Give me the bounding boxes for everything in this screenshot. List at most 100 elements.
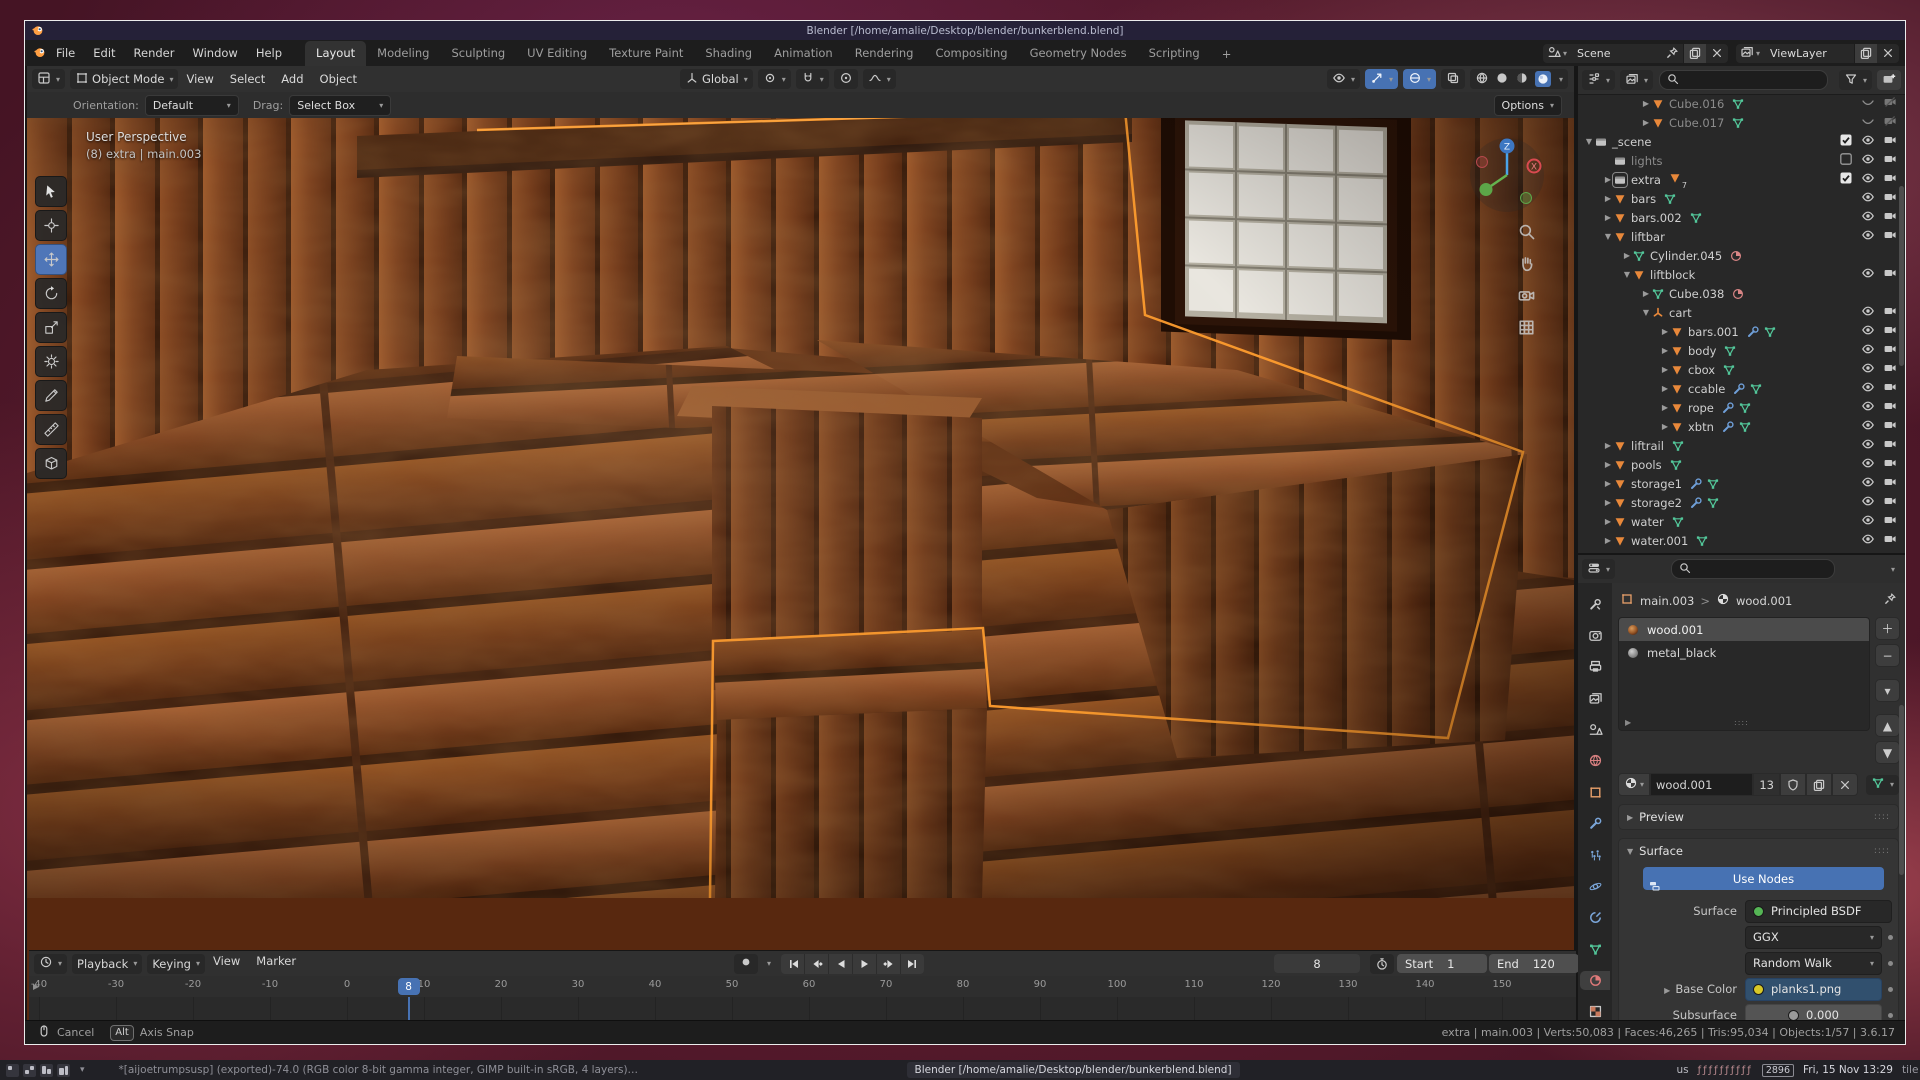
properties-tab-object[interactable]: [1580, 783, 1610, 801]
camera-toggle[interactable]: [1883, 266, 1897, 283]
unlink-material-button[interactable]: [1832, 773, 1858, 796]
caret-open-icon[interactable]: ▼: [1641, 308, 1651, 317]
uncheck-toggle[interactable]: [1839, 152, 1853, 169]
caret-closed-icon[interactable]: ▶: [1603, 517, 1613, 526]
frame-start-field[interactable]: Start1: [1397, 954, 1487, 973]
eye-toggle[interactable]: [1861, 152, 1875, 169]
eye-toggle[interactable]: [1861, 532, 1875, 549]
outliner-row-cylinder.045[interactable]: ▶Cylinder.045: [1578, 246, 1905, 265]
prev-keyframe-button[interactable]: [805, 954, 829, 974]
workspace-tab-sculpting[interactable]: Sculpting: [440, 41, 516, 66]
eye-toggle[interactable]: [1861, 342, 1875, 359]
caret-closed-icon[interactable]: ▶: [1603, 441, 1613, 450]
tool-transform-button[interactable]: [35, 346, 67, 377]
tool-add-cube-button[interactable]: [35, 448, 67, 479]
material-specials-button[interactable]: ▾: [1866, 775, 1899, 795]
render-off-toggle[interactable]: [1883, 114, 1897, 131]
eye-toggle[interactable]: [1861, 418, 1875, 435]
base-color-field[interactable]: planks1.png: [1745, 978, 1882, 1001]
caret-closed-icon[interactable]: ▶: [1660, 422, 1670, 431]
eye-toggle[interactable]: [1861, 475, 1875, 492]
tool-annotate-button[interactable]: [35, 380, 67, 411]
timeline-expand-icon[interactable]: ▶: [33, 982, 39, 991]
camera-toggle[interactable]: [1883, 532, 1897, 549]
eye-toggle[interactable]: [1861, 228, 1875, 245]
eye-toggle[interactable]: [1861, 361, 1875, 378]
properties-tab-scene[interactable]: [1580, 720, 1610, 738]
camera-toggle[interactable]: [1883, 361, 1897, 378]
copy-material-button[interactable]: [1806, 773, 1832, 796]
animate-dot[interactable]: [1888, 935, 1893, 940]
eye-toggle[interactable]: [1861, 209, 1875, 226]
gizmos-toggle-button[interactable]: ▾: [1365, 69, 1398, 89]
outliner-row-water[interactable]: ▶water: [1578, 512, 1905, 531]
outliner-row-liftbar[interactable]: ▼liftbar: [1578, 227, 1905, 246]
caret-closed-icon[interactable]: ▶: [1660, 365, 1670, 374]
camera-toggle[interactable]: [1883, 209, 1897, 226]
workspace-tab-animation[interactable]: Animation: [763, 41, 844, 66]
outliner-row-cart[interactable]: ▼cart: [1578, 303, 1905, 322]
outliner-row-bars.002[interactable]: ▶bars.002: [1578, 208, 1905, 227]
ortho-grid-icon[interactable]: [1517, 318, 1536, 341]
workspace-tab-modeling[interactable]: Modeling: [366, 41, 440, 66]
camera-toggle[interactable]: [1883, 304, 1897, 321]
use-preview-range-icon[interactable]: [1370, 954, 1394, 974]
outliner-filter-button[interactable]: ▾: [1839, 70, 1872, 90]
viewport-menu-select[interactable]: Select: [222, 72, 273, 86]
outliner-row-rope[interactable]: ▶rope: [1578, 398, 1905, 417]
workspace-3-icon[interactable]: [40, 1064, 53, 1077]
workspace-1-icon[interactable]: [6, 1064, 19, 1077]
outliner-row-bars.001[interactable]: ▶bars.001: [1578, 322, 1905, 341]
camera-toggle[interactable]: [1883, 323, 1897, 340]
outliner-row-cbox[interactable]: ▶cbox: [1578, 360, 1905, 379]
outliner-row-lights[interactable]: lights: [1578, 151, 1905, 170]
zoom-icon[interactable]: [1517, 222, 1536, 245]
animate-dot[interactable]: [1888, 987, 1893, 992]
caret-closed-icon[interactable]: ▶: [1660, 346, 1670, 355]
tool-measure-button[interactable]: [35, 414, 67, 445]
navigation-gizmo[interactable]: Z X: [1468, 136, 1546, 214]
properties-tab-view-layer[interactable]: [1580, 689, 1610, 707]
auto-keying-record-button[interactable]: [734, 954, 758, 974]
workspace-tab-texture-paint[interactable]: Texture Paint: [598, 41, 694, 66]
timeline-ruler[interactable]: -40-30-20-100102030405060708090100110120…: [29, 976, 1576, 998]
eye-toggle[interactable]: [1861, 190, 1875, 207]
caret-closed-icon[interactable]: ▶: [1603, 498, 1613, 507]
camera-toggle[interactable]: [1883, 399, 1897, 416]
scene-new-icon[interactable]: [1683, 44, 1706, 63]
caret-closed-icon[interactable]: ▶: [1603, 213, 1613, 222]
workspace-4-icon[interactable]: [57, 1064, 70, 1077]
eye-toggle[interactable]: [1861, 399, 1875, 416]
editor-type-button[interactable]: ▾: [32, 69, 65, 89]
render-off-toggle[interactable]: [1883, 95, 1897, 112]
add-workspace-button[interactable]: +: [1211, 42, 1243, 67]
outliner-row-cube.038[interactable]: ▶Cube.038: [1578, 284, 1905, 303]
slot-grip-icon[interactable]: ::::: [1734, 718, 1749, 727]
eye-toggle[interactable]: [1861, 266, 1875, 283]
tray-glyph-icons[interactable]: ƒƒƒƒƒƒƒƒƒƒ: [1698, 1065, 1753, 1076]
users-count-button[interactable]: 13: [1753, 773, 1780, 796]
proportional-editing-button[interactable]: [834, 69, 858, 89]
caret-closed-icon[interactable]: ▶: [1603, 194, 1613, 203]
eye-toggle[interactable]: [1861, 323, 1875, 340]
viewlayer-new-icon[interactable]: [1854, 44, 1877, 63]
play-button[interactable]: [853, 954, 877, 974]
camera-toggle[interactable]: [1883, 456, 1897, 473]
caret-closed-icon[interactable]: ▶: [1603, 175, 1613, 184]
jump-start-button[interactable]: [781, 954, 805, 974]
pin-id-icon[interactable]: [1883, 592, 1897, 609]
outliner-scrollbar[interactable]: [1899, 186, 1904, 366]
breadcrumb-object[interactable]: main.003: [1640, 594, 1694, 608]
animate-dot[interactable]: [1888, 1013, 1893, 1018]
caret-closed-icon[interactable]: ▶: [1622, 251, 1632, 260]
properties-tab-render[interactable]: [1580, 626, 1610, 644]
caret-closed-icon[interactable]: ▶: [1660, 384, 1670, 393]
caret-closed-icon[interactable]: ▶: [1641, 118, 1651, 127]
title-bar[interactable]: Blender [/home/amalie/Desktop/blender/bu…: [25, 21, 1905, 40]
scene-browse-icon[interactable]: ▾: [1543, 44, 1571, 63]
pan-hand-icon[interactable]: [1517, 254, 1536, 277]
play-reverse-button[interactable]: [829, 954, 853, 974]
menu-edit[interactable]: Edit: [84, 42, 124, 64]
camera-toggle[interactable]: [1883, 152, 1897, 169]
outliner-row-liftblock[interactable]: ▼liftblock: [1578, 265, 1905, 284]
